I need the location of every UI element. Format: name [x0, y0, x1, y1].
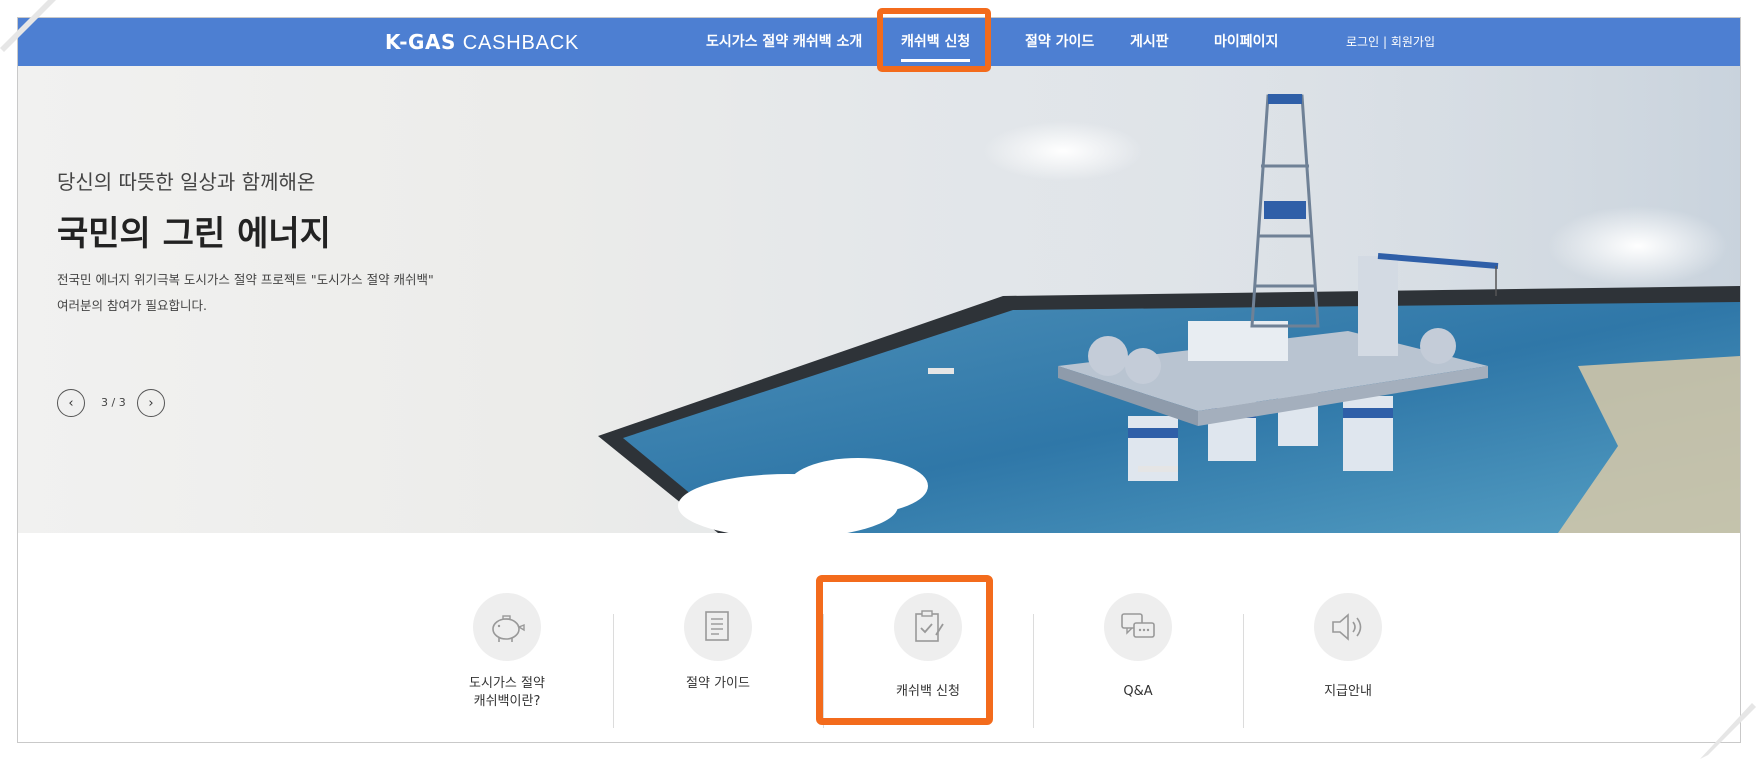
logo-light-text: CASHBACK [462, 32, 580, 54]
quick-menu-saving-guide[interactable]: 절약 가이드 [614, 593, 822, 723]
quick-menu-payment-info[interactable]: 지급안내 [1244, 593, 1452, 723]
highlight-box-quick-menu [816, 575, 993, 725]
nav-board[interactable]: 게시판 [1130, 26, 1169, 58]
nav-cashback-intro[interactable]: 도시가스 절약 캐쉬백 소개 [706, 26, 862, 58]
signup-link[interactable]: 회원가입 [1391, 35, 1435, 49]
piggy-bank-icon [473, 593, 541, 661]
logo-bold-text: K-GAS [385, 30, 456, 54]
hero-subtitle: 당신의 따뜻한 일상과 함께해온 [57, 170, 316, 194]
quick-menu-qna[interactable]: Q&A [1034, 593, 1242, 723]
frame-corner-decoration [1700, 703, 1756, 759]
quick-menu-label: 도시가스 절약 캐쉬백이란? [469, 676, 545, 709]
frame-corner-decoration [0, 0, 56, 52]
login-link[interactable]: 로그인 [1346, 35, 1379, 49]
quick-menu-label: 절약 가이드 [686, 676, 750, 691]
chevron-right-icon: › [148, 395, 154, 411]
hero-description-line2: 여러분의 참여가 필요합니다. [57, 298, 207, 313]
document-icon [684, 593, 752, 661]
quick-menu-label: Q&A [1123, 684, 1153, 699]
chat-bubbles-icon [1104, 593, 1172, 661]
nav-mypage[interactable]: 마이페이지 [1214, 26, 1278, 58]
nav-saving-guide[interactable]: 절약 가이드 [1025, 26, 1094, 58]
slider-pager: 3 / 3 [101, 396, 126, 409]
site-logo[interactable]: K-GAS CASHBACK [385, 26, 579, 58]
chevron-left-icon: ‹ [68, 395, 74, 411]
highlight-box-nav [877, 8, 991, 72]
hero-description-line1: 전국민 에너지 위기극복 도시가스 절약 프로젝트 "도시가스 절약 캐쉬백" [57, 272, 434, 287]
hero-banner: 당신의 따뜻한 일상과 함께해온 국민의 그린 에너지 전국민 에너지 위기극복… [18, 66, 1740, 533]
speaker-icon [1314, 593, 1382, 661]
quick-menu-label: 지급안내 [1324, 684, 1372, 699]
quick-menu-cashback-intro[interactable]: 도시가스 절약 캐쉬백이란? [403, 593, 611, 723]
slider-prev-button[interactable]: ‹ [57, 389, 85, 417]
auth-links: 로그인 | 회원가입 [1346, 26, 1435, 58]
hero-title: 국민의 그린 에너지 [57, 214, 331, 254]
slider-next-button[interactable]: › [137, 389, 165, 417]
hero-description: 전국민 에너지 위기극복 도시가스 절약 프로젝트 "도시가스 절약 캐쉬백" … [57, 267, 434, 319]
auth-separator: | [1382, 35, 1387, 49]
